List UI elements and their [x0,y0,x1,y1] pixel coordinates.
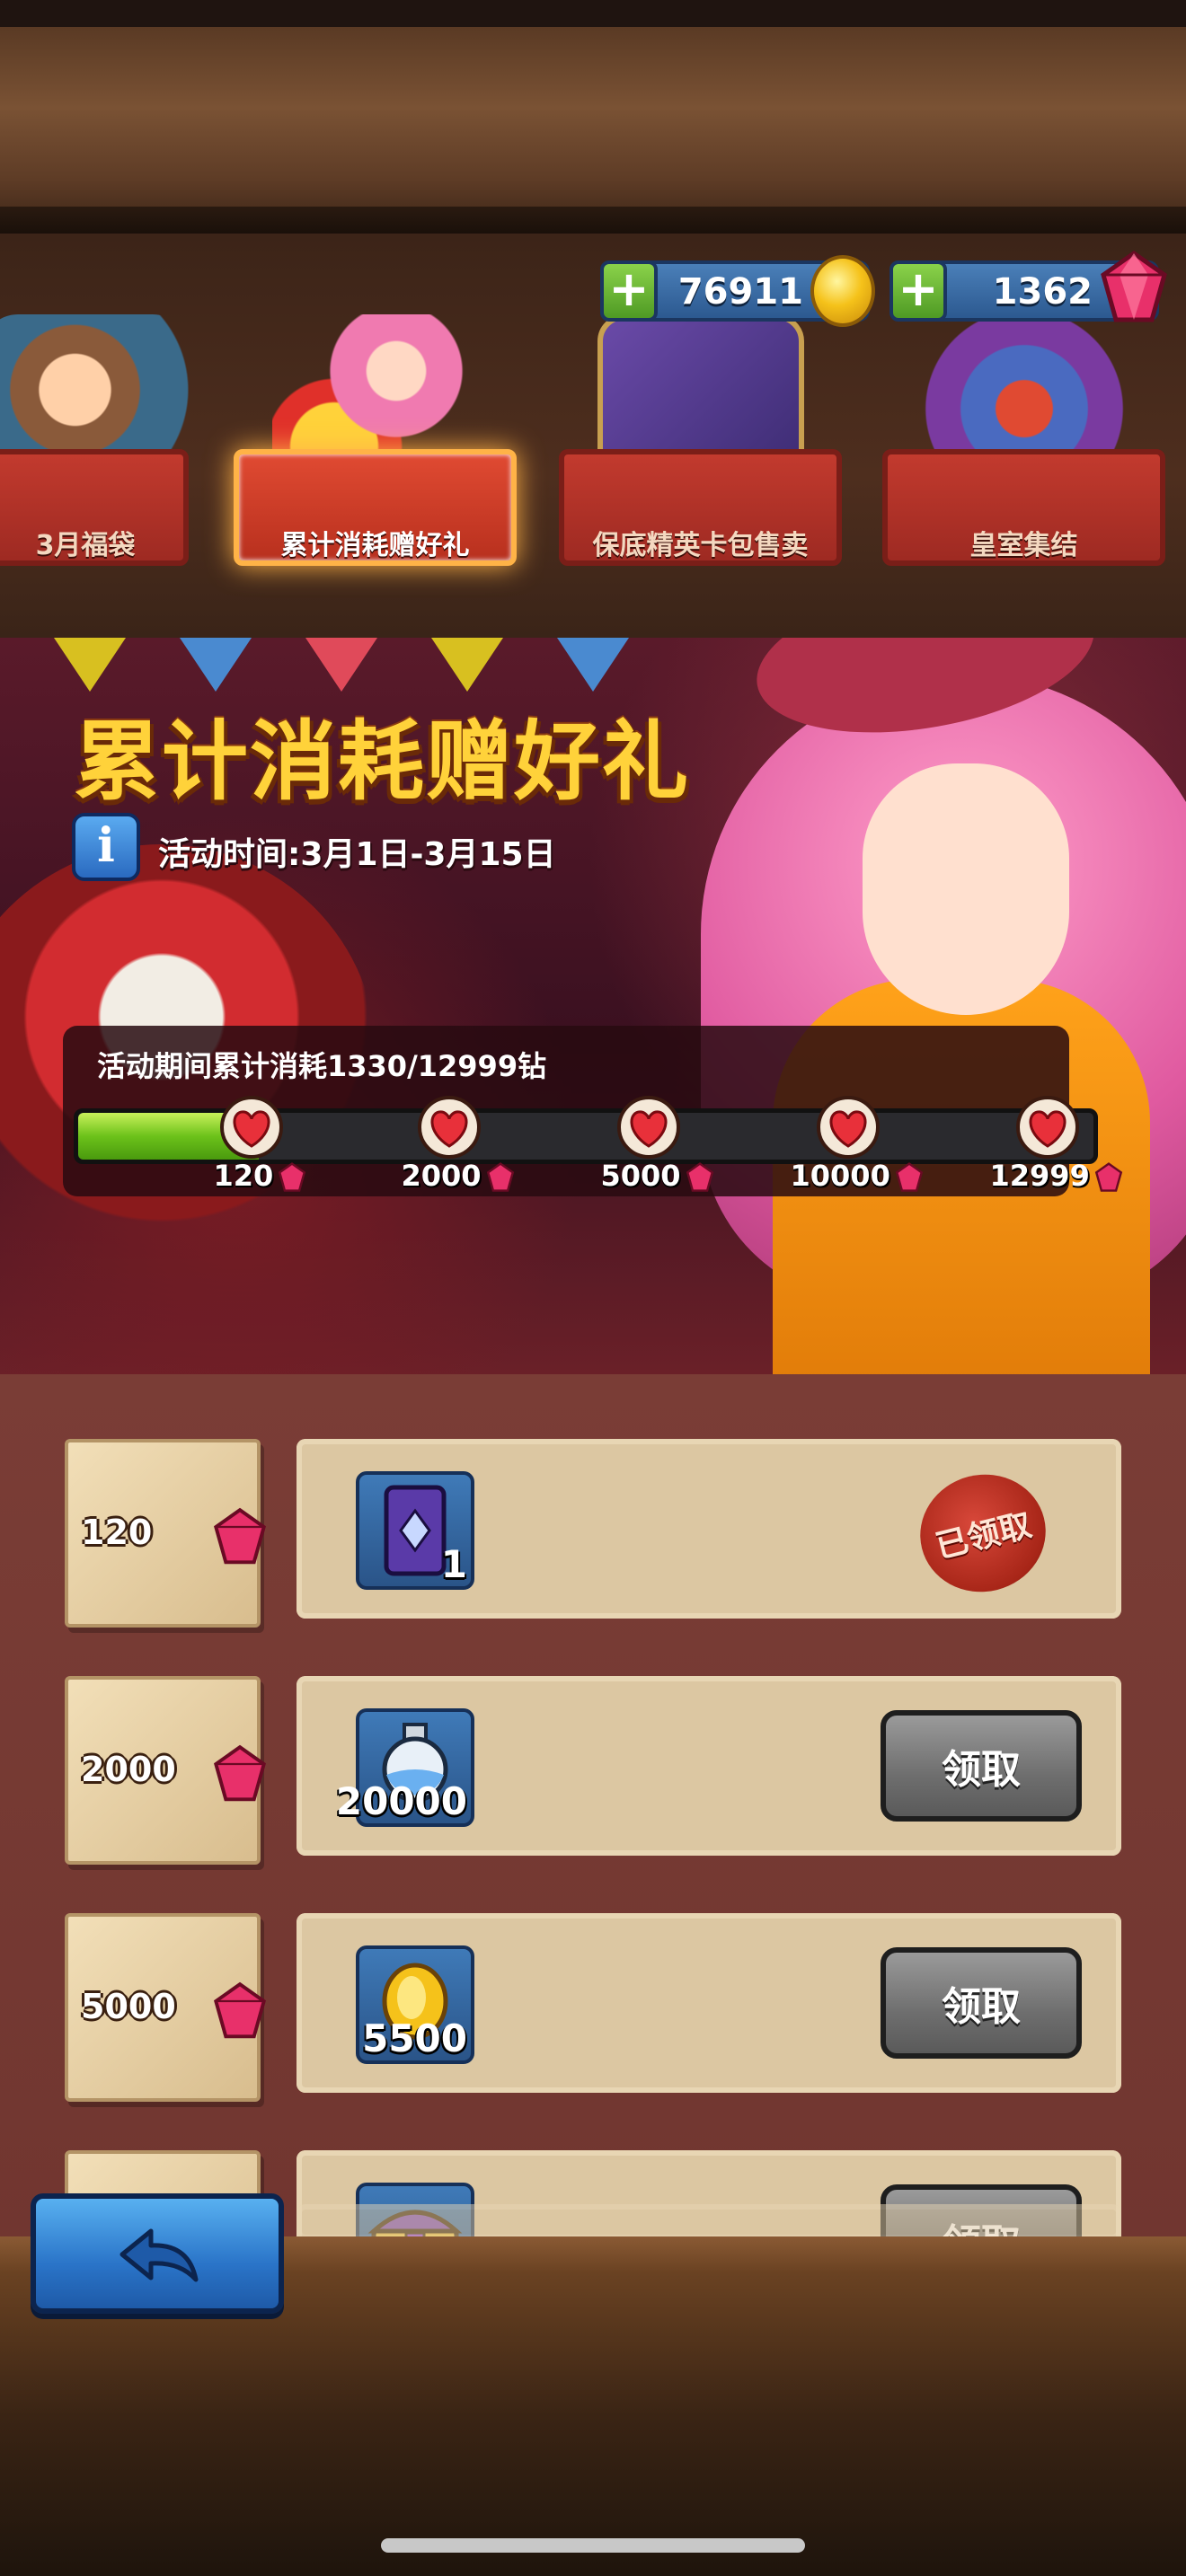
bunting-flag [180,638,252,692]
bunting-flag [54,638,126,692]
threshold-value: 120 [81,1513,153,1552]
tab-label: 3月福袋 [35,530,136,561]
milestone-heart-icon [1016,1096,1079,1159]
item-count: 1 [440,1542,467,1586]
item-count: 5500 [362,2016,467,2060]
info-button[interactable]: i [72,813,140,881]
tab-label: 皇室集结 [969,530,1078,561]
reward-row: 2000 20000 领取 [0,1676,1186,1874]
ruby-gem-icon [686,1162,713,1192]
milestone-heart-icon [617,1096,680,1159]
home-indicator[interactable] [381,2538,805,2553]
ruby-gem-icon [1094,1162,1122,1192]
tab-march-lucky-bag[interactable]: 3月福袋 [0,314,189,584]
gold-amount: 76911 [677,271,803,313]
milestone-heart-icon [220,1096,283,1159]
gold-coin-icon[interactable]: 5500 [356,1945,474,2064]
bunting-flag [557,638,629,692]
milestone-heart-icon [817,1096,880,1159]
ruby-gem-icon [214,1981,266,2039]
back-button[interactable] [31,2193,284,2314]
milestone-label: 10000 [791,1159,925,1193]
back-arrow-icon [119,2228,199,2282]
bunting-flag [431,638,503,692]
milestone-value: 10000 [790,1159,890,1193]
threshold-scroll: 2000 [65,1676,266,1865]
milestone-value: 2000 [401,1159,482,1193]
milestone-label: 2000 [402,1159,516,1193]
potion-bottle-icon[interactable]: 20000 [336,1708,474,1827]
top-wood-frame [0,0,1186,234]
milestone-value: 5000 [600,1159,681,1193]
reward-row: 120 1 已领取 [0,1439,1186,1636]
tab-label: 累计消耗赠好礼 [280,530,470,561]
milestone-heart-icon [418,1096,481,1159]
tab-royal-assembly[interactable]: 皇室集结 [882,314,1165,584]
threshold-scroll: 120 [65,1439,266,1628]
event-time: 活动时间:3月1日-3月15日 [158,836,556,873]
tab-elite-card-pack-sale[interactable]: 保底精英卡包售卖 [559,314,842,584]
ruby-gem-icon [214,1744,266,1802]
claimed-stamp: 已领取 [907,1460,1058,1606]
gem-currency-display: + 1362 [890,250,1167,322]
gem-amount: 1362 [992,271,1093,313]
ruby-gem-icon [214,1507,266,1565]
claim-button[interactable]: 领取 [881,1710,1082,1822]
elite-card-pack-icon[interactable]: 1 [356,1471,474,1590]
milestone-value: 12999 [989,1159,1090,1193]
tab-label: 保底精英卡包售卖 [592,530,809,561]
reward-list: 120 1 已领取 2000 20000 领取 5000 5500 领取 [0,1374,1186,2339]
milestone-value: 120 [213,1159,274,1193]
reward-panel: 20000 领取 [296,1676,1121,1856]
threshold-value: 5000 [81,1987,176,2026]
progress-text: 活动期间累计消耗1330/12999钻 [97,1049,547,1083]
add-gold-button[interactable]: + [600,260,658,322]
threshold-value: 2000 [81,1750,176,1789]
ruby-gem-icon [895,1162,923,1192]
pink-hair-heroine-art [683,638,1186,1374]
gold-currency-display: + 76911 [600,255,875,327]
bunting-flag [305,638,377,692]
ruby-gem-icon [486,1162,514,1192]
reward-panel: 1 已领取 [296,1439,1121,1619]
ruby-gem-icon [1101,250,1167,322]
milestone-label: 12999 [990,1159,1124,1193]
event-title: 累计消耗赠好礼 [74,711,690,812]
threshold-scroll: 5000 [65,1913,266,2102]
milestone-label: 5000 [601,1159,715,1193]
ruby-gem-icon [279,1162,306,1192]
claim-button[interactable]: 领取 [881,1947,1082,2059]
reward-panel: 5500 领取 [296,1913,1121,2093]
next-reward-panel-peek [296,2204,1121,2240]
reward-row: 5000 5500 领取 [0,1913,1186,2111]
add-gems-button[interactable]: + [890,260,947,322]
tab-cumulative-spend-gift[interactable]: 累计消耗赠好礼 [234,314,517,584]
milestone-label: 120 [214,1159,308,1193]
item-count: 20000 [335,1779,467,1823]
gold-coin-icon [810,255,875,327]
